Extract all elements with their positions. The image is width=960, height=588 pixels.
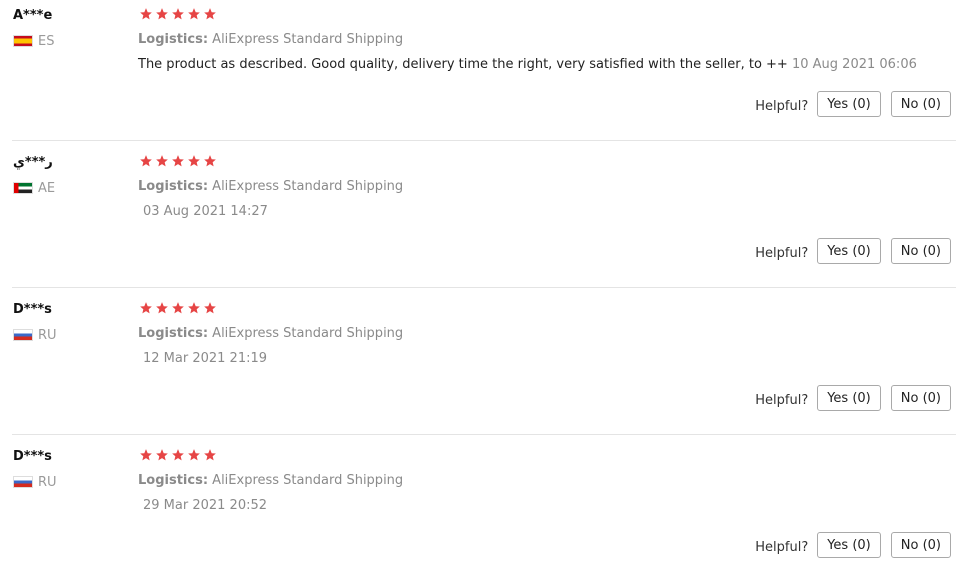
helpful-vote: Helpful? Yes (0) No (0) (755, 385, 951, 411)
star-icon (172, 302, 184, 314)
review-date: 29 Mar 2021 20:52 (143, 498, 268, 513)
reviewer-name: D***s (13, 302, 52, 317)
star-icon (172, 449, 184, 461)
star-icon (188, 302, 200, 314)
country-code: RU (38, 474, 57, 490)
review-content: The product as described. Good quality, … (138, 57, 917, 72)
reviewer-country: RU (13, 474, 57, 490)
reviewer-country: ES (13, 33, 54, 49)
helpful-vote: Helpful? Yes (0) No (0) (755, 238, 951, 264)
review-date: 12 Mar 2021 21:19 (143, 351, 268, 366)
reviewer-name: D***s (13, 449, 52, 464)
star-icon (188, 449, 200, 461)
helpful-no-button[interactable]: No (0) (890, 532, 951, 558)
logistics-info: Logistics: AliExpress Standard Shipping (138, 32, 403, 47)
logistics-value: AliExpress Standard Shipping (212, 179, 404, 194)
star-icon (156, 155, 168, 167)
review-item: A***e ES Logistics: AliExpress Standard … (0, 0, 960, 147)
spain-flag-icon (13, 35, 33, 47)
logistics-info: Logistics: AliExpress Standard Shipping (138, 326, 403, 341)
star-icon (156, 8, 168, 20)
helpful-no-button[interactable]: No (0) (890, 238, 951, 264)
russia-flag-icon (13, 329, 33, 341)
star-icon (172, 155, 184, 167)
helpful-vote: Helpful? Yes (0) No (0) (755, 91, 951, 117)
helpful-yes-button[interactable]: Yes (0) (817, 91, 881, 117)
country-code: RU (38, 327, 57, 343)
reviewer-country: RU (13, 327, 57, 343)
star-icon (204, 449, 216, 461)
star-icon (204, 302, 216, 314)
logistics-label: Logistics: (138, 326, 209, 341)
review-item: ر***ي AE Logistics: AliExpress Standard … (0, 147, 960, 294)
star-icon (172, 8, 184, 20)
logistics-label: Logistics: (138, 473, 209, 488)
logistics-label: Logistics: (138, 32, 209, 47)
star-icon (140, 8, 152, 20)
logistics-label: Logistics: (138, 179, 209, 194)
helpful-yes-button[interactable]: Yes (0) (817, 532, 881, 558)
divider (12, 140, 956, 141)
review-item: D***s RU Logistics: AliExpress Standard … (0, 441, 960, 588)
helpful-yes-button[interactable]: Yes (0) (817, 238, 881, 264)
reviewer-country: AE (13, 180, 55, 196)
helpful-yes-button[interactable]: Yes (0) (817, 385, 881, 411)
review-date: 10 Aug 2021 06:06 (791, 57, 917, 72)
review-item: D***s RU Logistics: AliExpress Standard … (0, 294, 960, 441)
helpful-vote: Helpful? Yes (0) No (0) (755, 532, 951, 558)
logistics-value: AliExpress Standard Shipping (212, 32, 404, 47)
helpful-no-button[interactable]: No (0) (890, 385, 951, 411)
star-icon (204, 155, 216, 167)
reviewer-name: A***e (13, 8, 53, 23)
helpful-label: Helpful? (755, 245, 809, 261)
star-rating (139, 154, 217, 168)
review-text: The product as described. Good quality, … (138, 57, 788, 72)
logistics-value: AliExpress Standard Shipping (212, 326, 404, 341)
logistics-value: AliExpress Standard Shipping (212, 473, 404, 488)
star-icon (204, 8, 216, 20)
helpful-label: Helpful? (755, 98, 809, 114)
star-icon (156, 449, 168, 461)
star-rating (139, 7, 217, 21)
star-rating (139, 301, 217, 315)
reviewer-name: ر***ي (13, 155, 53, 170)
helpful-label: Helpful? (755, 392, 809, 408)
country-code: AE (38, 180, 56, 196)
russia-flag-icon (13, 476, 33, 488)
star-icon (188, 8, 200, 20)
star-icon (140, 449, 152, 461)
helpful-label: Helpful? (755, 539, 809, 555)
star-icon (188, 155, 200, 167)
review-date: 03 Aug 2021 14:27 (143, 204, 268, 219)
divider (12, 287, 956, 288)
logistics-info: Logistics: AliExpress Standard Shipping (138, 473, 403, 488)
star-icon (156, 302, 168, 314)
uae-flag-icon (13, 182, 33, 194)
star-rating (139, 448, 217, 462)
star-icon (140, 155, 152, 167)
country-code: ES (38, 33, 55, 49)
helpful-no-button[interactable]: No (0) (890, 91, 951, 117)
star-icon (140, 302, 152, 314)
divider (12, 434, 956, 435)
logistics-info: Logistics: AliExpress Standard Shipping (138, 179, 403, 194)
